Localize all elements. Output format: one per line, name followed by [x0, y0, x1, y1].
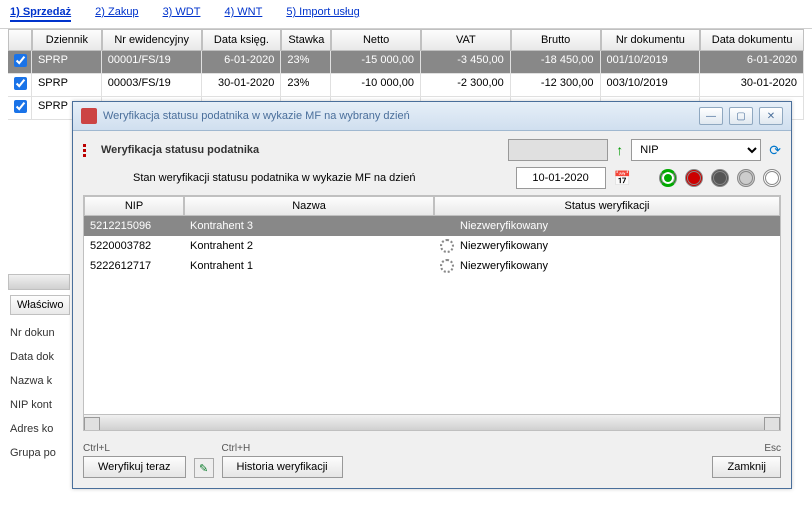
top-tabs: 1) Sprzedaż 2) Zakup 3) WDT 4) WNT 5) Im… [0, 0, 812, 29]
filter-value-input[interactable] [508, 139, 608, 161]
row-checkbox[interactable] [14, 77, 27, 90]
handle-icon [83, 144, 93, 157]
prop-label: Nazwa k [10, 369, 70, 393]
col-nrew[interactable]: Nr ewidencyjny [102, 29, 202, 51]
titlebar: Weryfikacja statusu podatnika w wykazie … [73, 102, 791, 131]
col-dataks[interactable]: Data księg. [202, 29, 282, 51]
tab-wdt[interactable]: 3) WDT [163, 6, 201, 22]
row-checkbox[interactable] [14, 54, 27, 67]
app-icon [81, 108, 97, 124]
col-status[interactable]: Status weryfikacji [434, 196, 780, 216]
tab-zakup[interactable]: 2) Zakup [95, 6, 138, 22]
table-row[interactable]: SPRP 00001/FS/19 6-01-2020 23% -15 000,0… [8, 51, 804, 74]
tab-sprzedaz[interactable]: 1) Sprzedaż [10, 6, 71, 22]
status-filter-green[interactable] [659, 169, 677, 187]
col-datadok[interactable]: Data dokumentu [700, 29, 804, 51]
col-dziennik[interactable]: Dziennik [32, 29, 102, 51]
table-row[interactable]: 5222612717 Kontrahent 1 Niezweryfikowany [84, 256, 780, 276]
main-scrollbar[interactable] [8, 274, 70, 290]
col-vat[interactable]: VAT [421, 29, 511, 51]
history-shortcut: Ctrl+H [222, 443, 343, 454]
close-button[interactable]: ✕ [759, 107, 783, 125]
table-row[interactable]: 5212215096 Kontrahent 3 Niezweryfikowany [84, 216, 780, 236]
sort-up-icon[interactable]: ↑ [616, 142, 623, 158]
date-input[interactable] [516, 167, 606, 189]
prop-label: Adres ko [10, 417, 70, 441]
prop-label: Grupa po [10, 441, 70, 465]
verify-button[interactable]: Weryfikuj teraz [83, 456, 186, 478]
col-stawka[interactable]: Stawka [281, 29, 331, 51]
status-filter-red[interactable] [685, 169, 703, 187]
status-filter-grey[interactable] [737, 169, 755, 187]
tab-import[interactable]: 5) Import usług [286, 6, 359, 22]
filter-type-select[interactable]: NIP [631, 139, 761, 161]
col-nazwa[interactable]: Nazwa [184, 196, 434, 216]
prop-label: NIP kont [10, 393, 70, 417]
verify-shortcut: Ctrl+L [83, 443, 186, 454]
maximize-button[interactable]: ▢ [729, 107, 753, 125]
spinner-icon [440, 219, 454, 233]
spinner-icon [440, 259, 454, 273]
edit-icon[interactable]: ✎ [194, 458, 214, 478]
refresh-icon[interactable]: ⟳ [769, 142, 781, 159]
dialog-title: Weryfikacja statusu podatnika w wykazie … [103, 110, 693, 122]
spinner-icon [440, 239, 454, 253]
col-nip[interactable]: NIP [84, 196, 184, 216]
table-row[interactable]: 5220003782 Kontrahent 2 Niezweryfikowany [84, 236, 780, 256]
history-button[interactable]: Historia weryfikacji [222, 456, 343, 478]
close-dialog-button[interactable]: Zamknij [712, 456, 781, 478]
calendar-icon[interactable]: 📅 [614, 170, 631, 187]
prop-label: Data dok [10, 345, 70, 369]
verification-grid: NIP Nazwa Status weryfikacji 5212215096 … [83, 195, 781, 431]
row-checkbox[interactable] [14, 100, 27, 113]
status-filter-dark[interactable] [711, 169, 729, 187]
properties-panel: Właściwo Nr dokun Data dok Nazwa k NIP k… [10, 295, 70, 465]
verification-dialog: Weryfikacja statusu podatnika w wykazie … [72, 101, 792, 489]
col-check[interactable] [8, 29, 32, 51]
table-row[interactable]: SPRP 00003/FS/19 30-01-2020 23% -10 000,… [8, 74, 804, 97]
properties-tab[interactable]: Właściwo [10, 295, 70, 315]
minimize-button[interactable]: — [699, 107, 723, 125]
tab-wnt[interactable]: 4) WNT [224, 6, 262, 22]
prop-label: Nr dokun [10, 321, 70, 345]
inner-scrollbar[interactable] [84, 414, 780, 430]
col-netto[interactable]: Netto [331, 29, 421, 51]
col-nrdok[interactable]: Nr dokumentu [601, 29, 701, 51]
dialog-heading: Weryfikacja statusu podatnika [101, 144, 500, 156]
col-brutto[interactable]: Brutto [511, 29, 601, 51]
close-shortcut: Esc [712, 443, 781, 454]
status-filter-white[interactable] [763, 169, 781, 187]
date-label: Stan weryfikacji statusu podatnika w wyk… [133, 172, 415, 184]
